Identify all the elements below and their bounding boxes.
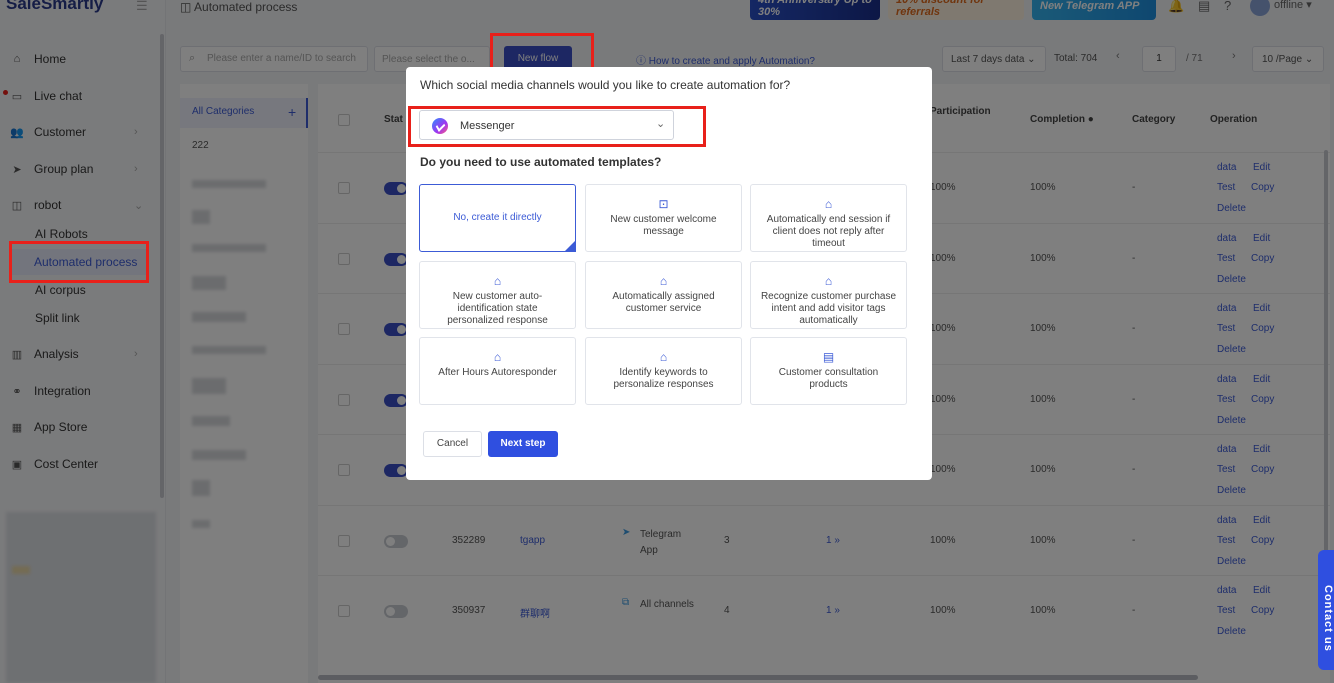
template-purchase-intent-tags[interactable]: ⌂ Recognize customer purchase intent and… <box>750 261 907 329</box>
template-auto-assign[interactable]: ⌂ Automatically assigned customer servic… <box>585 261 742 329</box>
highlight-box <box>9 241 149 283</box>
robot-icon: ⌂ <box>824 197 833 211</box>
robot-icon: ⌂ <box>659 350 668 364</box>
message-icon: ⊡ <box>658 197 669 211</box>
cancel-button[interactable]: Cancel <box>423 431 482 457</box>
robot-icon: ⌂ <box>493 274 502 288</box>
robot-icon: ⌂ <box>493 350 502 364</box>
template-keywords[interactable]: ⌂ Identify keywords to personalize respo… <box>585 337 742 405</box>
robot-icon: ⌂ <box>659 274 668 288</box>
template-end-session-timeout[interactable]: ⌂ Automatically end session if client do… <box>750 184 907 252</box>
highlight-box <box>408 106 706 147</box>
selected-check-icon <box>564 240 576 252</box>
template-after-hours[interactable]: ⌂ After Hours Autoresponder <box>419 337 576 405</box>
next-step-button[interactable]: Next step <box>488 431 558 457</box>
channel-question: Which social media channels would you li… <box>420 78 791 92</box>
robot-icon: ⌂ <box>824 274 833 288</box>
create-automation-dialog: Which social media channels would you li… <box>406 67 932 480</box>
template-auto-identification[interactable]: ⌂ New customer auto-identification state… <box>419 261 576 329</box>
template-create-directly[interactable]: No, create it directly <box>419 184 576 252</box>
template-welcome-message[interactable]: ⊡ New customer welcome message <box>585 184 742 252</box>
template-consultation-products[interactable]: ▤ Customer consultation products <box>750 337 907 405</box>
document-icon: ▤ <box>822 350 835 364</box>
contact-us-tab[interactable]: Contact us <box>1318 550 1334 670</box>
template-question: Do you need to use automated templates? <box>420 155 662 169</box>
